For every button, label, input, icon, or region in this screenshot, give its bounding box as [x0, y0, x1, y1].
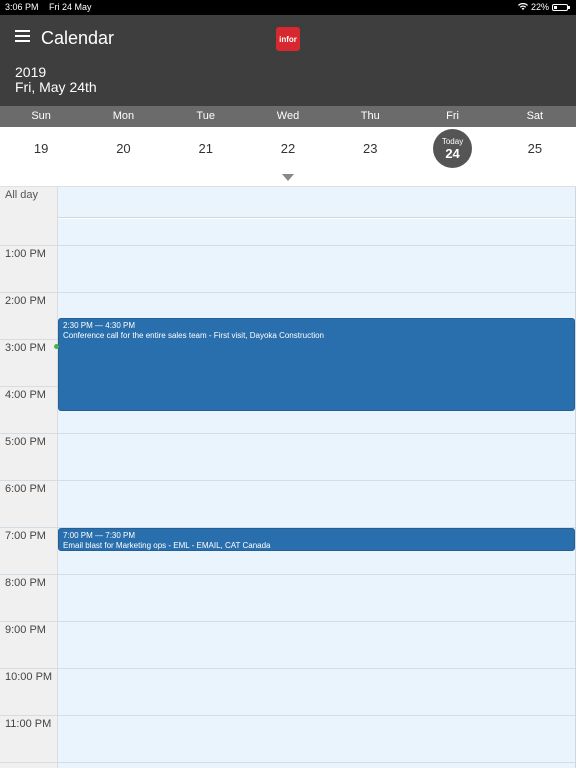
weekday-label: Mon	[112, 110, 135, 122]
hour-line	[0, 292, 576, 293]
expand-week-toggle[interactable]	[0, 170, 576, 187]
hour-label: 1:00 PM	[5, 248, 46, 260]
weekday-label: Wed	[276, 110, 300, 122]
page-title: Calendar	[41, 28, 115, 48]
hour-label: 8:00 PM	[5, 577, 46, 589]
header-full-date: Fri, May 24th	[15, 79, 97, 95]
status-right: 22%	[517, 2, 570, 12]
header-year: 2019	[15, 64, 47, 80]
hour-line	[0, 715, 576, 716]
weekday-label: Tue	[196, 110, 215, 122]
hour-line	[0, 668, 576, 669]
time-grid[interactable]	[58, 219, 575, 768]
status-date: Fri 24 May	[49, 2, 92, 12]
hour-label: 6:00 PM	[5, 483, 46, 495]
calendar-event[interactable]: 2:30 PM — 4:30 PM Conference call for th…	[58, 318, 575, 411]
hour-line	[0, 480, 576, 481]
hour-label: 7:00 PM	[5, 530, 46, 542]
battery-percent: 22%	[530, 2, 549, 12]
date-cell[interactable]: 23	[329, 127, 411, 170]
calendar-event[interactable]: 7:00 PM — 7:30 PM Email blast for Market…	[58, 528, 575, 551]
hour-line	[0, 574, 576, 575]
hour-line	[0, 762, 576, 763]
event-time: 2:30 PM — 4:30 PM	[63, 321, 136, 330]
event-title: Conference call for the entire sales tea…	[63, 331, 324, 340]
date-cell[interactable]: 25	[494, 127, 576, 170]
date-cell[interactable]: 22	[247, 127, 329, 170]
weekday-label: Sat	[526, 110, 544, 122]
hamburger-menu-icon[interactable]	[15, 30, 30, 42]
today-label: Today	[441, 136, 464, 146]
event-title: Email blast for Marketing ops - EML - EM…	[63, 541, 271, 550]
hour-label: 11:00 PM	[5, 718, 52, 730]
weekday-label: Sun	[31, 110, 51, 122]
current-time-indicator	[54, 344, 59, 349]
app-header: Calendar infor 2019 Fri, May 24th	[0, 15, 576, 106]
date-cell[interactable]: 21	[165, 127, 247, 170]
week-date-strip: 19 20 21 22 23 Today 24 25	[0, 127, 576, 170]
all-day-label: All day	[5, 189, 39, 201]
date-cell-today[interactable]: Today 24	[411, 127, 493, 170]
battery-icon	[552, 3, 570, 11]
hour-line	[0, 433, 576, 434]
chevron-down-icon[interactable]	[282, 174, 294, 181]
battery-fill	[554, 5, 557, 9]
today-date: 24	[445, 145, 460, 161]
hour-label: 4:00 PM	[5, 389, 46, 401]
status-time: 3:06 PM	[5, 2, 39, 12]
hour-line	[0, 245, 576, 246]
date-cell[interactable]: 20	[82, 127, 164, 170]
weekday-header: Sun Mon Tue Wed Thu Fri Sat	[0, 106, 576, 127]
event-time: 7:00 PM — 7:30 PM	[63, 531, 136, 540]
all-day-area[interactable]	[58, 187, 575, 218]
weekday-label: Thu	[360, 110, 380, 122]
status-bar: 3:06 PM Fri 24 May 22%	[0, 0, 576, 15]
today-indicator[interactable]: Today 24	[433, 129, 473, 168]
hour-line	[0, 621, 576, 622]
wifi-icon	[517, 2, 528, 11]
hour-label: 9:00 PM	[5, 624, 46, 636]
day-view: All day 1:00 PM 2:00 PM 3:00 PM 4:00 PM …	[0, 187, 576, 768]
weekday-label: Fri	[446, 110, 459, 122]
date-cell[interactable]: 19	[0, 127, 82, 170]
hour-label: 2:00 PM	[5, 295, 46, 307]
hour-label: 5:00 PM	[5, 436, 46, 448]
infor-logo: infor	[276, 27, 300, 51]
hour-label: 3:00 PM	[5, 342, 46, 354]
hour-label: 10:00 PM	[5, 671, 53, 683]
